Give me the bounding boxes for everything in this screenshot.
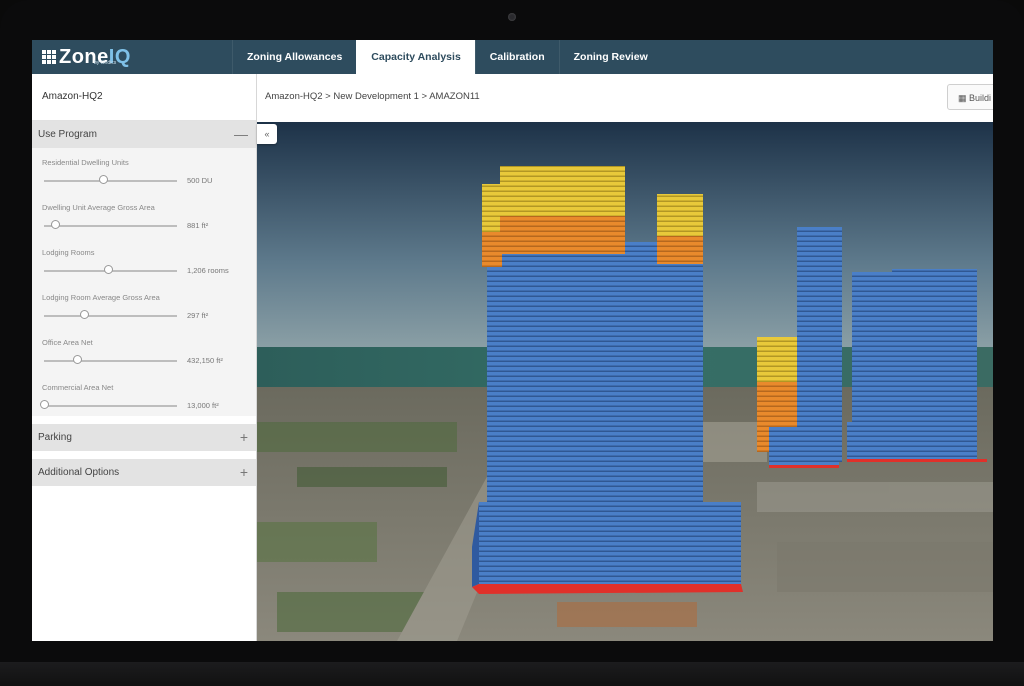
buildings-button[interactable]: ▦ Buildi	[947, 84, 993, 110]
field-commercial-area-net: Commercial Area Net 13,000 ft²	[32, 377, 256, 422]
field-label: Residential Dwelling Units	[42, 158, 129, 167]
slider-thumb[interactable]	[50, 220, 60, 229]
field-value: 881 ft²	[187, 221, 209, 230]
slider-track[interactable]	[44, 405, 177, 407]
field-dwelling-unit-average-gross-area: Dwelling Unit Average Gross Area 881 ft²	[32, 197, 256, 242]
main-tower	[472, 166, 743, 594]
logo-grid-icon	[42, 50, 56, 64]
sidebar: Amazon-HQ2 Use Program — Residential Dwe…	[32, 74, 257, 641]
field-value: 13,000 ft²	[187, 401, 219, 410]
tab-zoning-allowances[interactable]: Zoning Allowances	[232, 40, 356, 74]
main-tabs: Zoning Allowances Capacity Analysis Cali…	[232, 40, 662, 74]
expand-plus-icon[interactable]: +	[240, 424, 248, 451]
slider-track[interactable]	[44, 180, 177, 182]
slider-track[interactable]	[44, 225, 177, 227]
grid-icon: ▦	[958, 93, 967, 103]
expand-plus-icon[interactable]: +	[240, 459, 248, 486]
tab-calibration[interactable]: Calibration	[474, 40, 559, 74]
device-chin	[0, 662, 1024, 686]
slider-thumb[interactable]	[40, 400, 49, 409]
field-residential-dwelling-units: Residential Dwelling Units 500 DU	[32, 152, 256, 197]
field-label: Commercial Area Net	[42, 383, 114, 392]
field-value: 297 ft²	[187, 311, 209, 320]
field-value: 500 DU	[187, 176, 213, 185]
additional-options-title: Additional Options	[38, 467, 120, 478]
use-program-panel: Residential Dwelling Units 500 DU Dwelli…	[32, 148, 256, 416]
buildings-button-label: Buildi	[969, 93, 992, 103]
breadcrumb[interactable]: Amazon-HQ2 > New Development 1 > AMAZON1…	[265, 74, 480, 120]
slider-thumb[interactable]	[103, 265, 113, 274]
field-label: Lodging Rooms	[42, 248, 95, 257]
camera-dot	[508, 13, 516, 21]
top-navigation: ZoneIQ by Gridics Zoning Allowances Capa…	[32, 40, 993, 74]
field-office-area-net: Office Area Net 432,150 ft²	[32, 332, 256, 377]
tab-capacity-analysis[interactable]: Capacity Analysis	[356, 40, 475, 74]
field-value: 1,206 rooms	[187, 266, 229, 275]
double-chevron-icon[interactable]: «	[257, 124, 277, 144]
tab-zoning-review[interactable]: Zoning Review	[558, 40, 662, 74]
field-label: Dwelling Unit Average Gross Area	[42, 203, 155, 212]
additional-options-header[interactable]: Additional Options +	[32, 459, 256, 486]
field-lodging-rooms: Lodging Rooms 1,206 rooms	[32, 242, 256, 287]
field-lodging-room-average-gross-area: Lodging Room Average Gross Area 297 ft²	[32, 287, 256, 332]
content-header: Amazon-HQ2 > New Development 1 > AMAZON1…	[257, 74, 993, 123]
use-program-title: Use Program	[38, 129, 97, 140]
collapse-minus-icon[interactable]: —	[234, 121, 248, 148]
slider-track[interactable]	[44, 360, 177, 362]
logo-subtitle: by Gridics	[94, 60, 117, 66]
parking-title: Parking	[38, 432, 72, 443]
parking-header[interactable]: Parking +	[32, 424, 256, 451]
app-screen: ZoneIQ by Gridics Zoning Allowances Capa…	[32, 40, 993, 641]
use-program-header[interactable]: Use Program —	[32, 121, 256, 148]
slider-track[interactable]	[44, 315, 177, 317]
slider-thumb[interactable]	[73, 355, 83, 364]
zoneiq-logo[interactable]: ZoneIQ	[42, 45, 131, 69]
field-label: Lodging Room Average Gross Area	[42, 293, 160, 302]
3d-map-viewport[interactable]	[257, 122, 993, 641]
slider-thumb[interactable]	[79, 310, 89, 319]
field-value: 432,150 ft²	[187, 356, 223, 365]
project-name: Amazon-HQ2	[32, 74, 256, 121]
slider-thumb[interactable]	[98, 175, 108, 184]
field-label: Office Area Net	[42, 338, 93, 347]
